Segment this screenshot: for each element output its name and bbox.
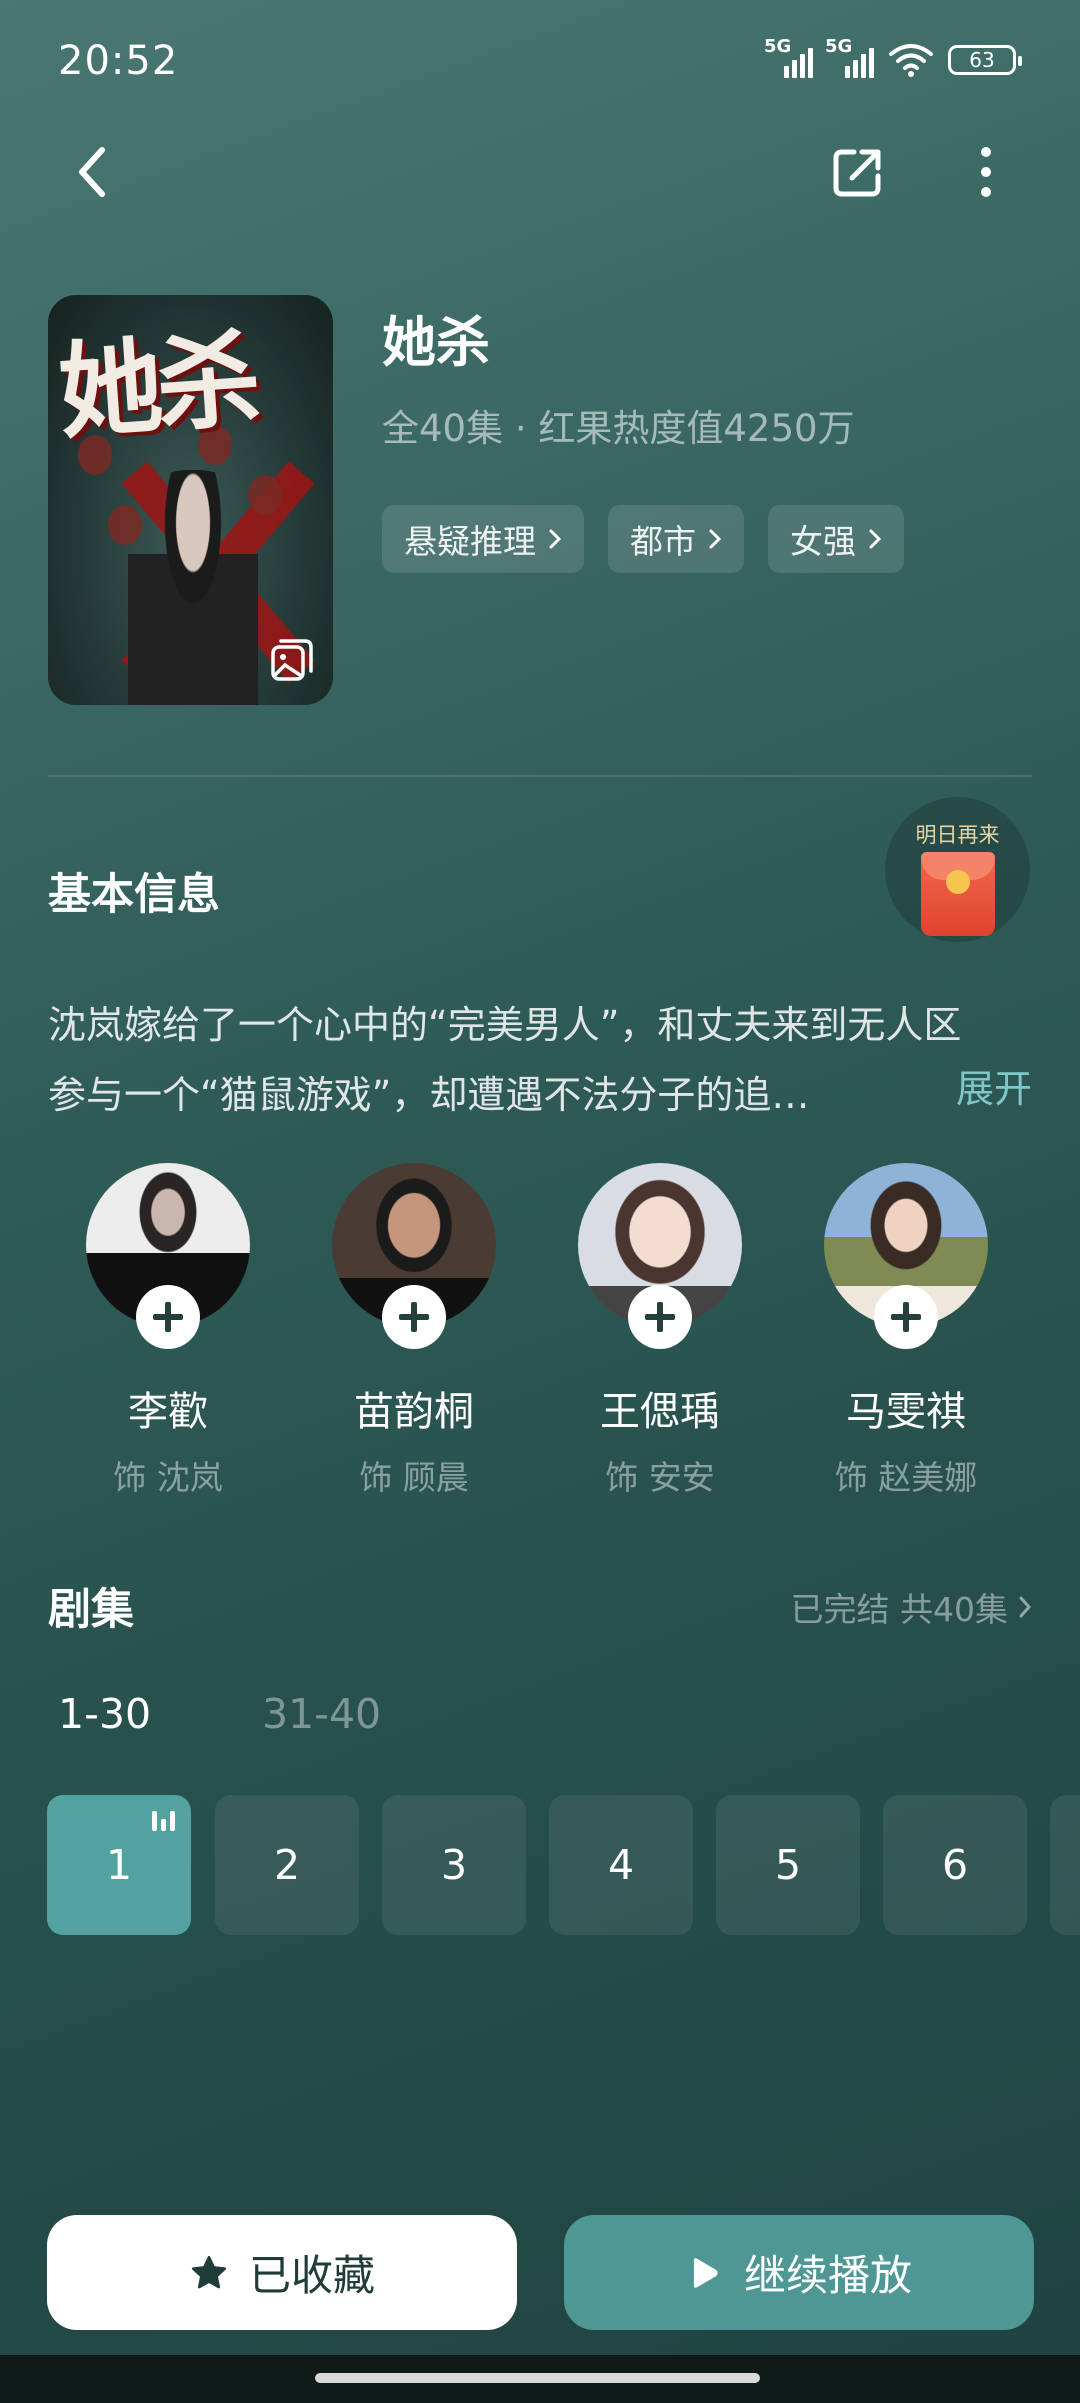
actor-name: 苗韵桐: [354, 1389, 474, 1435]
status-icons: 5G 5G 63: [764, 36, 1022, 78]
more-button[interactable]: [946, 132, 1026, 212]
collect-button[interactable]: 已收藏: [47, 2215, 517, 2330]
actor-role: 饰 顾晨: [359, 1458, 469, 1497]
episode-number: 1: [105, 1841, 133, 1889]
star-icon: [191, 2255, 227, 2288]
chevron-right-icon: [869, 529, 882, 549]
chevron-right-icon: [549, 529, 562, 549]
status-time: 20:52: [58, 38, 179, 84]
actor-role: 饰 沈岚: [113, 1458, 223, 1497]
basic-info-heading: 基本信息: [48, 870, 220, 920]
chevron-left-icon: [79, 147, 105, 197]
episode-number: 6: [941, 1841, 969, 1889]
episodes-status: 已完结 共40集: [790, 1590, 1008, 1629]
network-label: 5G: [825, 36, 853, 57]
home-indicator[interactable]: [315, 2373, 760, 2383]
actor-name: 李歡: [128, 1389, 208, 1435]
gallery-icon[interactable]: [269, 637, 315, 683]
network-label: 5G: [764, 36, 792, 57]
poster-figure: [128, 470, 258, 705]
red-envelope-icon: [921, 852, 995, 936]
follow-button[interactable]: [628, 1285, 692, 1349]
avatar[interactable]: [824, 1163, 988, 1349]
divider: [48, 775, 1032, 777]
episode-button[interactable]: 2: [215, 1795, 359, 1935]
episode-button[interactable]: 5: [716, 1795, 860, 1935]
wifi-icon: [889, 44, 933, 77]
avatar[interactable]: [86, 1163, 250, 1349]
tag-strong-female[interactable]: 女强: [768, 505, 904, 573]
collect-label: 已收藏: [248, 2251, 375, 2300]
more-vertical-icon: [981, 147, 991, 197]
cast-member[interactable]: 苗韵桐 饰 顾晨: [314, 1163, 514, 1499]
show-title: 她杀: [382, 311, 490, 374]
tag-label: 悬疑推理: [404, 522, 536, 561]
episode-number: 3: [440, 1841, 468, 1889]
daily-reward-label: 明日再来: [915, 823, 1000, 847]
actor-role: 饰 安安: [605, 1458, 715, 1497]
description: 沈岚嫁给了一个心中的“完美男人”，和丈夫来到无人区 参与一个“猫鼠游戏”，却遭遇…: [48, 990, 1038, 1130]
now-playing-icon: [152, 1811, 175, 1831]
range-tab[interactable]: 31-40: [262, 1690, 381, 1738]
show-meta: 全40集 · 红果热度值4250万: [382, 407, 855, 450]
tag-label: 女强: [790, 522, 856, 561]
poster-image[interactable]: 她杀: [48, 295, 333, 705]
episode-number: 5: [774, 1841, 802, 1889]
expand-link[interactable]: 展开: [956, 1058, 1032, 1113]
episode-button-current[interactable]: 1: [47, 1795, 191, 1935]
avatar[interactable]: [332, 1163, 496, 1349]
episode-button[interactable]: 3: [382, 1795, 526, 1935]
continue-play-button[interactable]: 继续播放: [564, 2215, 1034, 2330]
description-line: 参与一个“猫鼠游戏”，却遭遇不法分子的追…: [48, 1073, 810, 1117]
avatar[interactable]: [578, 1163, 742, 1349]
cast-member[interactable]: 李歡 饰 沈岚: [68, 1163, 268, 1499]
actor-name: 王偲瑀: [600, 1389, 720, 1435]
share-icon: [833, 149, 881, 197]
actor-name: 马雯祺: [846, 1389, 966, 1435]
cast-member[interactable]: 王偲瑀 饰 安安: [560, 1163, 760, 1499]
follow-button[interactable]: [382, 1285, 446, 1349]
episode-button[interactable]: 6: [883, 1795, 1027, 1935]
range-tab-active[interactable]: 1-30: [58, 1690, 151, 1738]
cellular-signal-icon: 5G: [825, 36, 874, 78]
episodes-heading: 剧集: [48, 1585, 134, 1635]
cast-member[interactable]: 马雯祺 饰 赵美娜: [806, 1163, 1006, 1499]
episode-button-partial[interactable]: [1050, 1795, 1080, 1935]
follow-button[interactable]: [874, 1285, 938, 1349]
battery-icon: 63: [948, 45, 1022, 75]
tag-label: 都市: [630, 522, 696, 561]
daily-reward-button[interactable]: 明日再来: [885, 797, 1030, 942]
chevron-right-icon: [709, 529, 722, 549]
episodes-status-link[interactable]: 已完结 共40集: [791, 1583, 1032, 1631]
actor-role: 饰 赵美娜: [834, 1458, 978, 1497]
share-button[interactable]: [818, 132, 898, 212]
continue-play-label: 继续播放: [743, 2251, 912, 2300]
episode-button[interactable]: 4: [549, 1795, 693, 1935]
episode-number: 2: [273, 1841, 301, 1889]
description-line: 沈岚嫁给了一个心中的“完美男人”，和丈夫来到无人区: [48, 1003, 962, 1047]
back-button[interactable]: [52, 132, 132, 212]
follow-button[interactable]: [136, 1285, 200, 1349]
chevron-right-icon: [1019, 1596, 1032, 1618]
play-icon: [693, 2257, 718, 2288]
episode-number: 4: [607, 1841, 635, 1889]
poster-title: 她杀: [54, 317, 259, 454]
genre-tags: 悬疑推理 都市 女强: [382, 505, 904, 573]
tag-suspense[interactable]: 悬疑推理: [382, 505, 584, 573]
cellular-signal-icon: 5G: [764, 36, 813, 78]
tag-urban[interactable]: 都市: [608, 505, 744, 573]
